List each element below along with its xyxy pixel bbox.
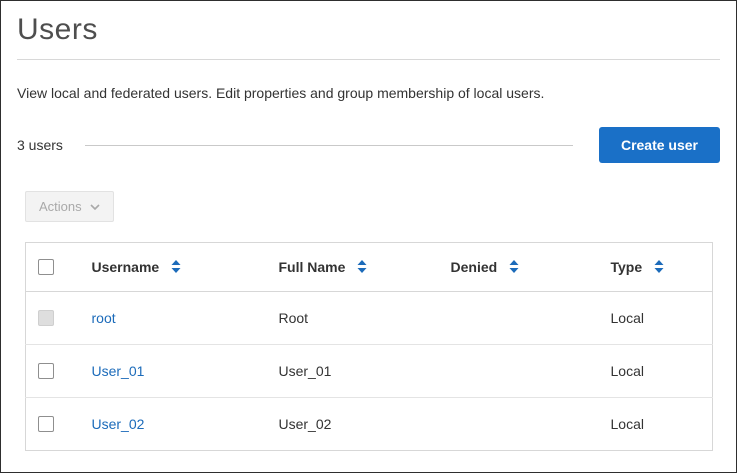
- type-cell: Local: [598, 291, 713, 345]
- table-row: User_01 User_01 Local: [25, 344, 713, 398]
- username-cell: User_02: [80, 398, 267, 451]
- actions-label: Actions: [39, 199, 82, 214]
- sort-arrows-icon[interactable]: [356, 259, 368, 274]
- sort-arrows-icon[interactable]: [170, 259, 182, 274]
- denied-cell: [438, 291, 599, 345]
- table-row: User_02 User_02 Local: [26, 398, 713, 451]
- horizontal-divider: [84, 144, 573, 146]
- actions-dropdown-button[interactable]: Actions: [25, 191, 114, 222]
- chevron-down-icon: [90, 203, 100, 210]
- checkbox-cell: [26, 398, 80, 451]
- count-row: 3 users Create user: [17, 127, 720, 163]
- sort-arrows-icon[interactable]: [653, 259, 665, 274]
- column-header-type: Type: [598, 242, 713, 292]
- row-checkbox: [38, 310, 54, 326]
- sort-arrows-icon[interactable]: [508, 259, 520, 274]
- page-content: Users View local and federated users. Ed…: [1, 1, 736, 451]
- fullname-cell: Root: [266, 291, 439, 345]
- title-divider: [17, 59, 720, 60]
- type-cell: Local: [598, 344, 713, 398]
- column-label: Full Name: [278, 259, 346, 275]
- users-table: Username Full Name Denied Type root Root…: [25, 242, 713, 451]
- denied-cell: [439, 398, 599, 451]
- denied-cell: [438, 344, 599, 398]
- column-header-username: Username: [79, 242, 267, 292]
- checkbox-cell: [25, 344, 80, 398]
- column-label: Denied: [450, 259, 498, 275]
- user-count-label: 3 users: [17, 137, 63, 153]
- username-link[interactable]: root: [92, 310, 116, 326]
- select-all-cell: [25, 242, 80, 292]
- column-label: Username: [91, 259, 160, 275]
- username-link[interactable]: User_02: [92, 416, 145, 432]
- type-cell: Local: [610, 416, 644, 432]
- column-header-fullname: Full Name: [266, 242, 439, 292]
- create-user-button[interactable]: Create user: [598, 127, 720, 163]
- fullname-cell: User_02: [278, 416, 332, 432]
- users-page: Users View local and federated users. Ed…: [0, 0, 737, 473]
- select-all-checkbox[interactable]: [38, 259, 54, 275]
- page-title: Users: [17, 13, 98, 46]
- page-description: View local and federated users. Edit pro…: [17, 85, 545, 101]
- column-label: Type: [610, 259, 643, 275]
- table-row: root Root Local: [25, 291, 713, 345]
- table-header-row: Username Full Name Denied Type: [25, 242, 713, 292]
- username-cell: root: [79, 291, 267, 345]
- row-checkbox[interactable]: [38, 363, 54, 379]
- username-cell: User_01: [79, 344, 267, 398]
- row-checkbox[interactable]: [38, 416, 54, 432]
- username-link[interactable]: User_01: [92, 363, 145, 379]
- fullname-cell: User_01: [266, 344, 439, 398]
- checkbox-cell: [25, 291, 80, 345]
- column-header-denied: Denied: [438, 242, 599, 292]
